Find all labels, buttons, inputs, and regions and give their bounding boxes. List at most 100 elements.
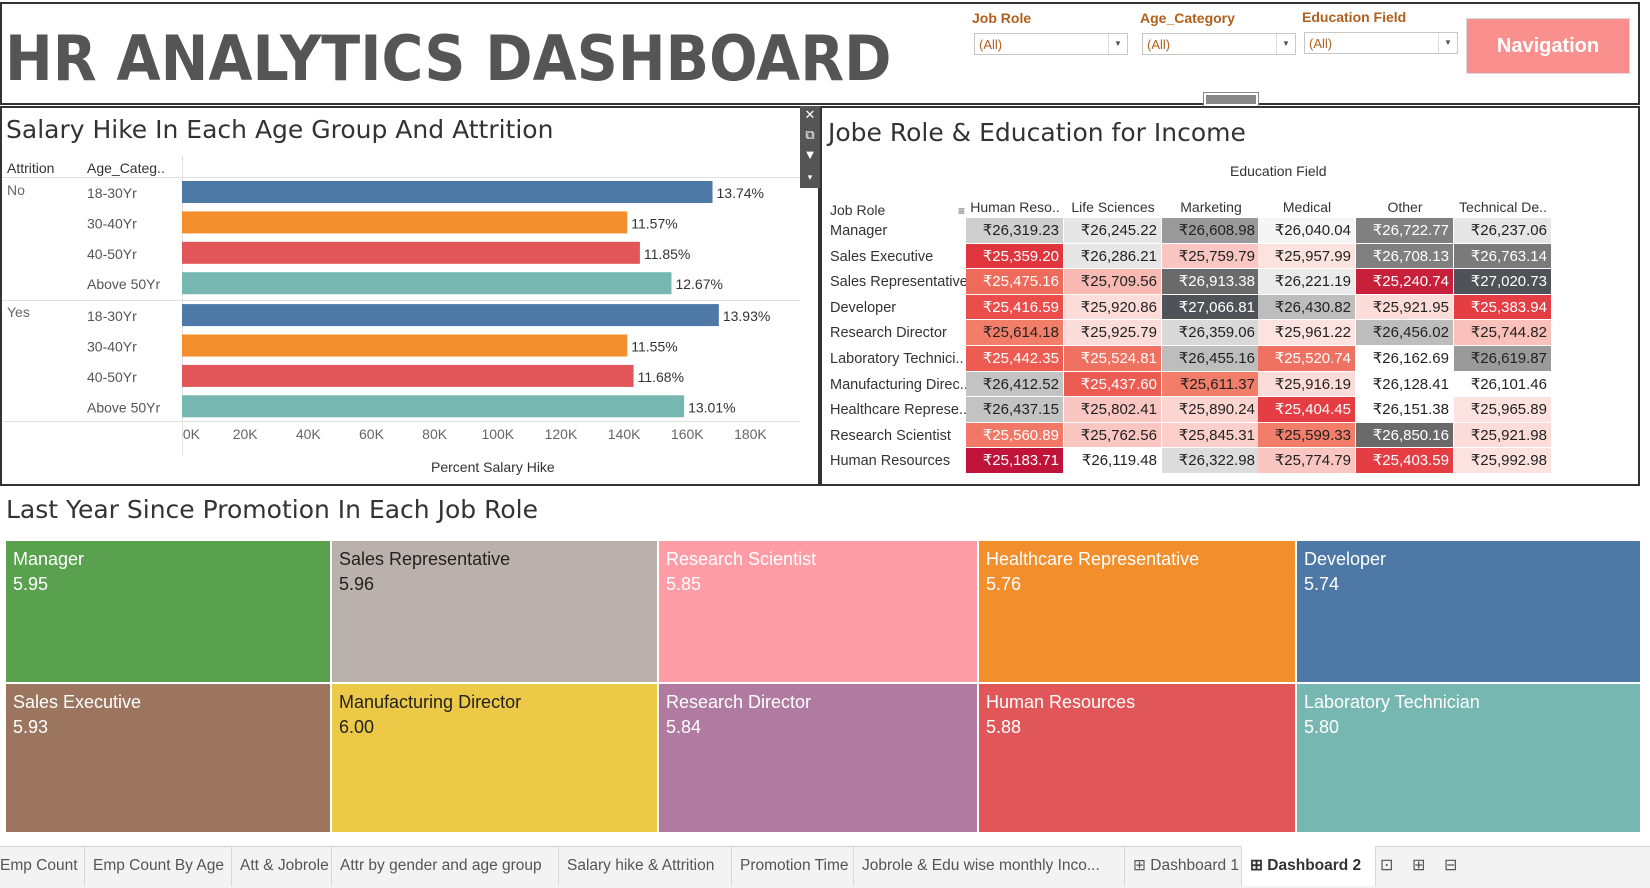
filter-select-age-category[interactable]: (All) ▼ <box>1142 33 1296 55</box>
sheet-tab[interactable]: Emp Count By Age <box>85 846 232 886</box>
heatmap-cell[interactable]: ₹26,850.16 <box>1356 422 1454 449</box>
heatmap-cell[interactable]: ₹26,437.15 <box>966 397 1064 423</box>
heatmap-cell[interactable]: ₹26,040.04 <box>1258 218 1356 244</box>
heatmap-cell[interactable]: ₹25,845.31 <box>1162 422 1260 449</box>
heatmap-cell[interactable]: ₹25,614.18 <box>966 320 1064 346</box>
heatmap-cell[interactable]: ₹25,599.33 <box>1258 422 1356 449</box>
treemap-tile[interactable]: Sales Representative 5.96 <box>331 540 658 683</box>
salary-bar[interactable] <box>182 364 634 387</box>
sheet-tab[interactable]: Promotion Time <box>732 846 854 886</box>
heatmap-cell[interactable]: ₹26,913.38 <box>1162 269 1260 295</box>
resize-handle[interactable] <box>1203 92 1259 107</box>
sheet-tab[interactable]: Salary hike & Attrition <box>559 846 732 886</box>
heatmap-cell[interactable]: ₹25,965.89 <box>1454 397 1552 423</box>
close-icon[interactable]: ✕ <box>800 106 820 124</box>
treemap-tile[interactable]: Sales Executive 5.93 <box>5 683 331 833</box>
heatmap-cell[interactable]: ₹25,524.81 <box>1064 346 1162 372</box>
chevron-down-icon[interactable]: ▼ <box>1108 34 1127 54</box>
heatmap-cell[interactable]: ₹25,403.59 <box>1356 448 1454 474</box>
heatmap-cell[interactable]: ₹25,925.79 <box>1064 320 1162 346</box>
heatmap-cell[interactable]: ₹25,520.74 <box>1258 346 1356 372</box>
heatmap-cell[interactable]: ₹26,722.77 <box>1356 218 1454 244</box>
popout-icon[interactable]: ⧉ <box>800 126 820 144</box>
sheet-tab[interactable]: Emp Count <box>0 846 85 886</box>
heatmap-cell[interactable]: ₹26,763.14 <box>1454 243 1552 270</box>
heatmap-cell[interactable]: ₹25,404.45 <box>1258 397 1356 423</box>
heatmap-cell[interactable]: ₹26,608.98 <box>1162 218 1260 244</box>
sheet-tab[interactable]: Att & Jobrole <box>232 846 332 886</box>
heatmap-cell[interactable]: ₹25,744.82 <box>1454 320 1552 346</box>
heatmap-cell[interactable]: ₹25,802.41 <box>1064 397 1162 423</box>
salary-bar[interactable] <box>182 241 640 264</box>
navigation-button[interactable]: Navigation <box>1466 18 1630 74</box>
heatmap-cell[interactable]: ₹26,237.06 <box>1454 218 1552 244</box>
heatmap-cell[interactable]: ₹26,286.21 <box>1064 243 1162 270</box>
treemap-tile[interactable]: Research Scientist 5.85 <box>658 540 978 683</box>
salary-bar[interactable] <box>182 181 713 203</box>
salary-bar[interactable] <box>182 334 628 357</box>
salary-bar[interactable] <box>182 211 628 234</box>
salary-bar[interactable] <box>182 304 719 327</box>
heatmap-cell[interactable]: ₹26,221.19 <box>1258 269 1356 295</box>
heatmap-cell[interactable]: ₹25,890.24 <box>1162 397 1260 423</box>
new-dashboard-icon[interactable]: ⊞ <box>1412 855 1425 875</box>
heatmap-cell[interactable]: ₹26,708.13 <box>1356 243 1454 270</box>
heatmap-cell[interactable]: ₹26,128.41 <box>1356 371 1454 398</box>
heatmap-cell[interactable]: ₹25,957.99 <box>1258 243 1356 270</box>
treemap-tile[interactable]: Research Director 5.84 <box>658 683 978 833</box>
heatmap-cell[interactable]: ₹25,560.89 <box>966 422 1064 449</box>
chevron-down-icon[interactable]: ▼ <box>1438 33 1457 53</box>
heatmap-cell[interactable]: ₹25,359.20 <box>966 243 1064 270</box>
heatmap-cell[interactable]: ₹25,709.56 <box>1064 269 1162 295</box>
heatmap-cell[interactable]: ₹26,456.02 <box>1356 320 1454 346</box>
filter-select-job-role[interactable]: (All) ▼ <box>974 33 1128 55</box>
heatmap-cell[interactable]: ₹25,961.22 <box>1258 320 1356 346</box>
heatmap-cell[interactable]: ₹25,774.79 <box>1258 448 1356 474</box>
more-options-icon[interactable]: ▾ <box>800 168 820 186</box>
treemap-tile[interactable]: Manufacturing Director 6.00 <box>331 683 658 833</box>
heatmap-cell[interactable]: ₹26,162.69 <box>1356 346 1454 372</box>
heatmap-cell[interactable]: ₹25,762.56 <box>1064 422 1162 449</box>
heatmap-cell[interactable]: ₹25,475.16 <box>966 269 1064 295</box>
heatmap-cell[interactable]: ₹26,412.52 <box>966 371 1064 398</box>
heatmap-cell[interactable]: ₹26,359.06 <box>1162 320 1260 346</box>
filter-icon[interactable]: ▼ <box>800 146 820 164</box>
heatmap-cell[interactable]: ₹25,921.98 <box>1454 422 1552 449</box>
heatmap-cell[interactable]: ₹26,619.87 <box>1454 346 1552 372</box>
heatmap-cell[interactable]: ₹26,245.22 <box>1064 218 1162 244</box>
sheet-tab[interactable]: Jobrole & Edu wise monthly Inco... <box>854 846 1125 886</box>
heatmap-cell[interactable]: ₹26,322.98 <box>1162 448 1260 474</box>
treemap-tile[interactable]: Developer 5.74 <box>1296 540 1641 683</box>
new-worksheet-icon[interactable]: ⊡ <box>1380 855 1393 875</box>
heatmap-cell[interactable]: ₹26,455.16 <box>1162 346 1260 372</box>
sheet-tab[interactable]: Attr by gender and age group <box>332 846 559 886</box>
heatmap-cell[interactable]: ₹25,383.94 <box>1454 294 1552 321</box>
heatmap-cell[interactable]: ₹25,759.79 <box>1162 243 1260 270</box>
sheet-tab[interactable]: ⊞ Dashboard 2 <box>1242 846 1376 886</box>
heatmap-cell[interactable]: ₹26,430.82 <box>1258 294 1356 321</box>
treemap-tile[interactable]: Manager 5.95 <box>5 540 331 683</box>
salary-bar[interactable] <box>182 272 672 295</box>
sort-icon[interactable]: ≡ <box>958 204 965 218</box>
filter-select-education-field[interactable]: (All) ▼ <box>1304 32 1458 54</box>
heatmap-cell[interactable]: ₹25,611.37 <box>1162 371 1260 398</box>
sheet-tab[interactable]: ⊞ Dashboard 1 <box>1125 846 1242 886</box>
heatmap-cell[interactable]: ₹25,442.35 <box>966 346 1064 372</box>
heatmap-cell[interactable]: ₹26,119.48 <box>1064 448 1162 474</box>
heatmap-cell[interactable]: ₹26,151.38 <box>1356 397 1454 423</box>
treemap-tile[interactable]: Laboratory Technician 5.80 <box>1296 683 1641 833</box>
heatmap-cell[interactable]: ₹25,920.86 <box>1064 294 1162 321</box>
heatmap-cell[interactable]: ₹27,020.73 <box>1454 269 1552 295</box>
chevron-down-icon[interactable]: ▼ <box>1276 34 1295 54</box>
heatmap-cell[interactable]: ₹25,992.98 <box>1454 448 1552 474</box>
heatmap-cell[interactable]: ₹27,066.81 <box>1162 294 1260 321</box>
treemap-tile[interactable]: Healthcare Representative 5.76 <box>978 540 1296 683</box>
treemap-tile[interactable]: Human Resources 5.88 <box>978 683 1296 833</box>
heatmap-cell[interactable]: ₹25,916.19 <box>1258 371 1356 398</box>
heatmap-cell[interactable]: ₹25,183.71 <box>966 448 1064 474</box>
heatmap-cell[interactable]: ₹25,921.95 <box>1356 294 1454 321</box>
heatmap-cell[interactable]: ₹25,416.59 <box>966 294 1064 321</box>
new-story-icon[interactable]: ⊟ <box>1444 855 1457 875</box>
salary-bar[interactable] <box>182 395 685 418</box>
heatmap-cell[interactable]: ₹26,319.23 <box>966 218 1064 244</box>
